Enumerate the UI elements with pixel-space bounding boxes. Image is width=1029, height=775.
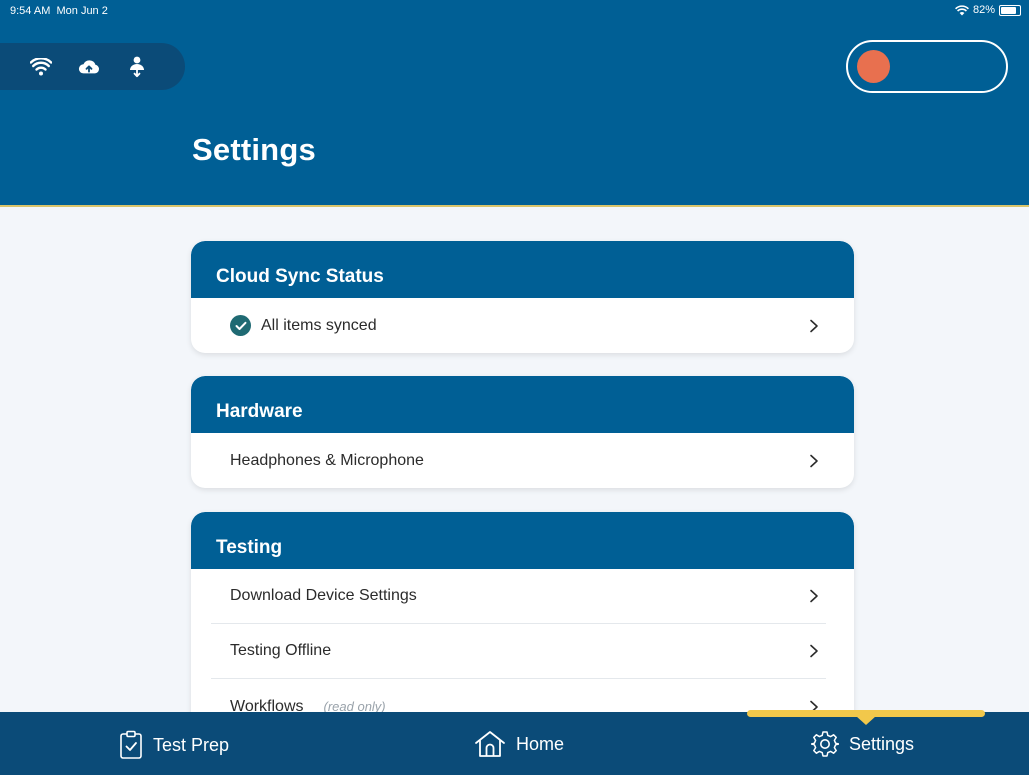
tab-label: Home <box>516 733 565 754</box>
tab-label: Test Prep <box>153 734 230 755</box>
row-label: Headphones & Microphone <box>230 451 424 469</box>
person-download-icon <box>126 56 148 78</box>
status-bar: 9:54 AM Mon Jun 2 82% <box>0 0 1029 22</box>
chevron-right-icon <box>810 319 818 332</box>
cloud-upload-icon <box>78 56 100 78</box>
active-tab-indicator-notch <box>856 716 876 725</box>
wifi-icon <box>30 56 52 78</box>
tab-label: Settings <box>849 733 915 754</box>
card-title: Testing <box>191 512 854 569</box>
battery-icon <box>999 4 1021 16</box>
tab-home[interactable]: Home <box>474 730 564 758</box>
recording-indicator-dot <box>857 50 890 83</box>
status-right: 82% <box>955 4 1021 16</box>
tab-bar: Test Prep Home Settings <box>0 710 1029 775</box>
home-icon <box>475 731 505 757</box>
page-title: Settings <box>192 132 316 167</box>
row-download-device-settings[interactable]: Download Device Settings <box>211 569 826 624</box>
recording-toggle[interactable] <box>846 40 1008 93</box>
row-workflows[interactable]: Workflows (read only) <box>211 679 826 712</box>
status-time: 9:54 AM <box>10 5 51 17</box>
chevron-right-icon <box>810 589 818 603</box>
wifi-status-icon <box>955 4 969 15</box>
battery-fill <box>1001 6 1016 14</box>
status-time-date: 9:54 AM Mon Jun 2 <box>10 5 108 17</box>
card-hardware: Hardware Headphones & Microphone <box>191 376 854 488</box>
card-title: Cloud Sync Status <box>191 241 854 298</box>
row-all-items-synced[interactable]: All items synced <box>211 298 826 353</box>
tab-test-prep[interactable]: Test Prep <box>119 730 229 760</box>
gear-icon <box>811 731 839 757</box>
chevron-right-icon <box>810 454 818 467</box>
row-sublabel: (read only) <box>323 699 386 712</box>
connection-status-pill[interactable] <box>0 43 185 90</box>
card-cloud-sync-status: Cloud Sync Status All items synced <box>191 241 854 353</box>
row-label: Download Device Settings <box>230 587 417 604</box>
card-title: Hardware <box>191 376 854 433</box>
status-date: Mon Jun 2 <box>56 5 108 17</box>
check-circle-icon <box>230 315 251 336</box>
header: 9:54 AM Mon Jun 2 82% Settings <box>0 0 1029 207</box>
card-testing: Testing Download Device Settings Testing… <box>191 512 854 712</box>
row-label: All items synced <box>261 316 377 334</box>
row-label: Workflows <box>230 697 304 713</box>
clipboard-check-icon <box>120 730 142 759</box>
row-headphones-microphone[interactable]: Headphones & Microphone <box>211 433 826 488</box>
battery-percent: 82% <box>972 4 995 16</box>
row-label: Testing Offline <box>230 642 332 659</box>
settings-content[interactable]: Cloud Sync Status All items synced Hardw… <box>0 209 1029 712</box>
tab-settings[interactable]: Settings <box>811 730 914 758</box>
chevron-right-icon <box>810 644 818 658</box>
row-testing-offline[interactable]: Testing Offline <box>211 624 826 679</box>
